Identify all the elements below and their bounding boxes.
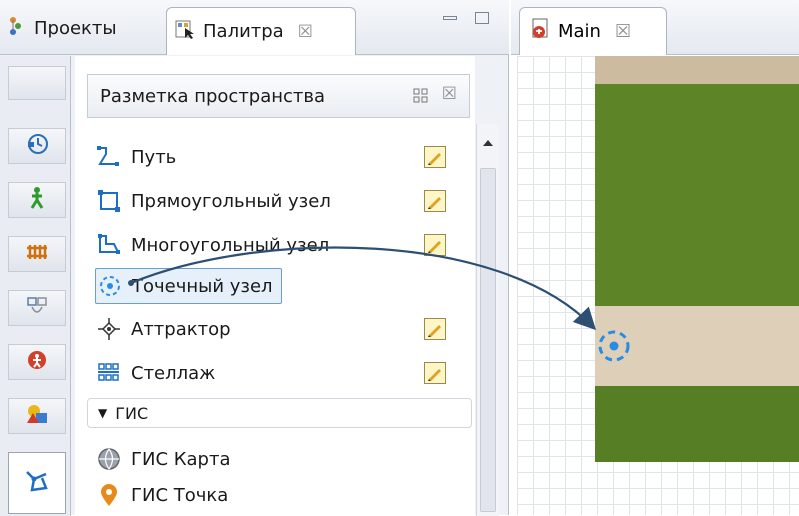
rect-node-icon	[95, 187, 123, 215]
gis-map-icon	[95, 445, 123, 473]
shapes-icon	[25, 403, 49, 429]
section-header[interactable]: Разметка пространства ☒	[87, 74, 470, 118]
palette-item-point-node[interactable]: Точечный узел	[95, 268, 282, 304]
close-icon[interactable]: ☒	[442, 84, 457, 104]
point-node-icon	[96, 272, 124, 300]
chevron-down-icon: ▼	[98, 406, 108, 420]
background-image	[595, 56, 799, 515]
editor-tabbar: Main ☒	[511, 0, 799, 55]
tab-main[interactable]: Main ☒	[519, 7, 667, 55]
category-pedestrian[interactable]	[8, 182, 66, 218]
palette-item-path[interactable]: Путь	[95, 140, 176, 174]
editor-panel: Main ☒	[511, 0, 799, 515]
close-icon[interactable]: ☒	[298, 22, 313, 42]
item-label: Путь	[131, 146, 177, 168]
item-label: Аттрактор	[131, 318, 231, 340]
palette-panel: Проекты Палитра ☒ Разметка пространства …	[0, 0, 509, 516]
category-blank[interactable]	[8, 66, 66, 100]
agent-icon	[26, 349, 48, 375]
palette-item-polygon-node[interactable]: Многоугольный узел	[95, 228, 329, 262]
close-icon[interactable]: ☒	[615, 21, 631, 42]
left-tabbar: Проекты Палитра ☒	[0, 0, 509, 55]
pedestrian-icon	[27, 187, 47, 213]
rack-icon	[95, 359, 123, 387]
process-icon	[26, 133, 48, 159]
palette-item-rack[interactable]: Стеллаж	[95, 356, 215, 390]
pencil-icon[interactable]	[424, 362, 446, 384]
tab-palette-label: Палитра	[203, 21, 284, 42]
graphical-editor-canvas[interactable]	[517, 56, 799, 515]
item-label: ГИС Точка	[131, 484, 229, 506]
item-label: Прямоугольный узел	[131, 190, 331, 212]
fluid-icon	[26, 295, 48, 321]
item-label: Стеллаж	[131, 362, 216, 384]
category-agent[interactable]	[8, 344, 66, 380]
item-label: Точечный узел	[132, 275, 273, 297]
scrollbar-thumb[interactable]	[480, 168, 496, 512]
point-node-on-canvas[interactable]	[596, 328, 632, 364]
palette-item-attractor[interactable]: Аттрактор	[95, 312, 231, 346]
category-fluid[interactable]	[8, 290, 66, 326]
tab-projects-label: Проекты	[34, 17, 117, 39]
palette-item-gis-map[interactable]: ГИС Карта	[95, 442, 230, 476]
palette-item-rect-node[interactable]: Прямоугольный узел	[95, 184, 331, 218]
attractor-icon	[95, 315, 123, 343]
gis-point-icon	[95, 481, 123, 509]
section-title: Разметка пространства	[100, 85, 326, 107]
gis-group-header[interactable]: ▼ ГИС	[87, 398, 472, 428]
category-presentation[interactable]	[8, 398, 66, 434]
maximize-button[interactable]	[475, 12, 489, 24]
agent-main-icon	[530, 18, 550, 45]
category-space-markup[interactable]	[8, 452, 66, 514]
pencil-icon[interactable]	[424, 318, 446, 340]
palette-item-gis-point[interactable]: ГИС Точка	[95, 478, 228, 512]
gis-group-title: ГИС	[115, 403, 149, 423]
tab-main-label: Main	[558, 21, 601, 42]
projects-icon	[8, 16, 26, 41]
space-markup-icon	[24, 468, 50, 498]
rail-icon	[26, 242, 48, 266]
sand-strip	[595, 56, 799, 84]
category-rail[interactable]	[8, 236, 66, 272]
palette-scrollbar[interactable]	[476, 124, 499, 516]
palette-icon	[175, 19, 195, 44]
tab-projects[interactable]: Проекты	[8, 6, 163, 50]
pencil-icon[interactable]	[424, 190, 446, 212]
item-label: ГИС Карта	[131, 448, 231, 470]
grid-view-icon[interactable]	[413, 88, 429, 109]
minimize-button[interactable]	[443, 16, 457, 20]
grass-area	[595, 84, 799, 306]
item-label: Многоугольный узел	[131, 234, 330, 256]
palette-content: Разметка пространства ☒ Путь Прямоугольн…	[75, 56, 475, 516]
pencil-icon[interactable]	[424, 146, 446, 168]
tab-palette[interactable]: Палитра ☒	[166, 7, 356, 55]
scroll-up-icon[interactable]	[483, 140, 493, 146]
category-process[interactable]	[8, 128, 66, 164]
palette-category-bar	[0, 56, 71, 516]
grass-area	[595, 386, 799, 462]
view-controls	[443, 12, 489, 24]
pencil-icon[interactable]	[424, 234, 446, 256]
path-icon	[95, 143, 123, 171]
polygon-node-icon	[95, 231, 123, 259]
